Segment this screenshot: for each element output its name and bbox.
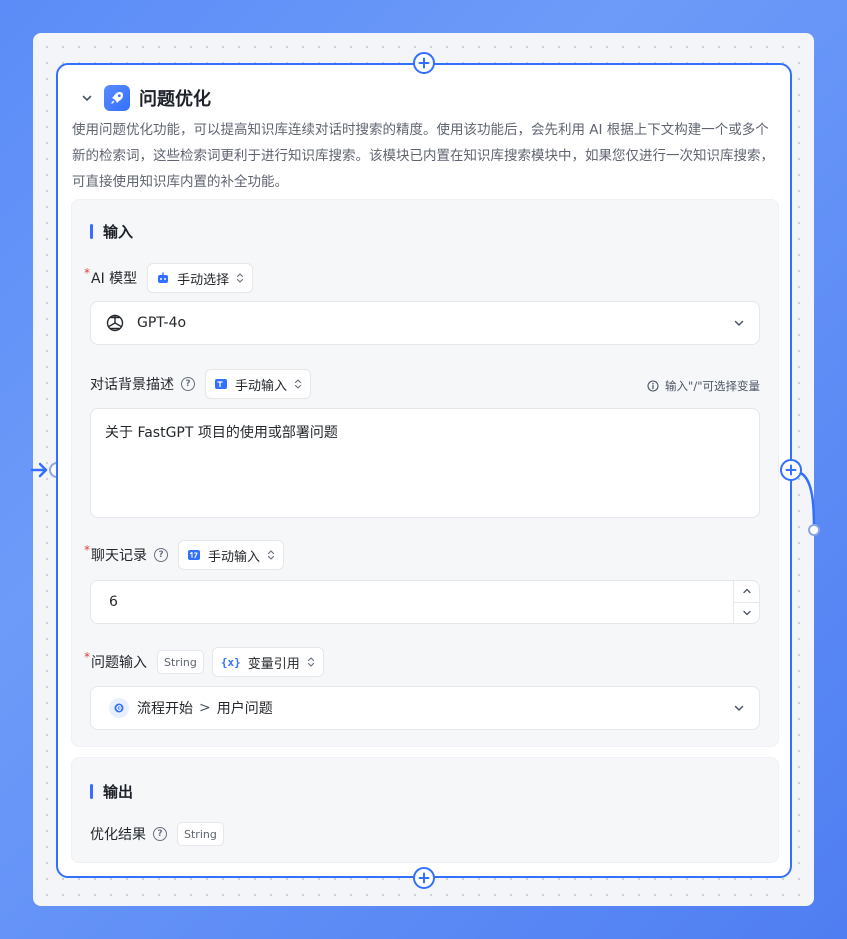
right-handle-plus[interactable] xyxy=(780,459,802,481)
rocket-icon xyxy=(104,85,130,111)
sort-arrows-icon xyxy=(236,272,244,284)
type-tag: String xyxy=(177,822,224,846)
sort-arrows-icon xyxy=(307,656,315,668)
input-section: 输入 * AI 模型 手动选择 GPT-4o 对话背景描述 ? 手动输入 输入"… xyxy=(71,199,779,747)
result-row: 优化结果 ? String xyxy=(90,822,224,846)
section-accent-bar xyxy=(90,784,93,799)
result-label: 优化结果 xyxy=(90,827,146,843)
ref-separator: > xyxy=(199,700,211,716)
number-input-icon xyxy=(187,548,201,562)
top-handle-plus[interactable] xyxy=(413,52,435,74)
node-description: 使用问题优化功能，可以提高知识库连续对话时搜索的精度。使用该功能后，会先利用 A… xyxy=(72,122,774,190)
flow-start-icon xyxy=(109,698,129,718)
background-textarea[interactable]: 关于 FastGPT 项目的使用或部署问题 xyxy=(90,408,760,518)
background-mode-label: 手动输入 xyxy=(235,378,288,394)
variable-icon: {x} xyxy=(220,655,241,669)
sort-arrows-icon xyxy=(294,378,302,390)
node-header: 问题优化 xyxy=(78,85,211,111)
incoming-edge-arrow xyxy=(30,462,48,478)
question-reference-select[interactable]: 流程开始 > 用户问题 xyxy=(90,686,760,730)
required-mark: * xyxy=(84,543,90,557)
help-circle-icon[interactable]: ? xyxy=(181,377,195,391)
question-mode-select[interactable]: {x} 变量引用 xyxy=(211,647,324,677)
variable-hint-text: 输入"/"可选择变量 xyxy=(665,379,760,393)
decrement-button[interactable] xyxy=(734,601,759,624)
required-mark: * xyxy=(84,650,90,664)
background-row: 对话背景描述 ? 手动输入 xyxy=(90,369,312,399)
help-circle-icon[interactable]: ? xyxy=(154,548,168,562)
history-row: * 聊天记录 ? 手动输入 xyxy=(84,540,285,570)
chevron-down-icon xyxy=(733,317,745,329)
plus-icon xyxy=(418,872,430,884)
ai-model-value: GPT-4o xyxy=(137,315,187,331)
type-tag: String xyxy=(157,650,204,674)
ai-model-row: * AI 模型 手动选择 xyxy=(84,263,254,293)
history-mode-label: 手动输入 xyxy=(208,549,261,565)
ai-model-label: AI 模型 xyxy=(91,271,138,287)
output-section-title: 输出 xyxy=(90,781,133,802)
required-mark: * xyxy=(84,266,90,280)
chevron-down-icon[interactable] xyxy=(78,89,96,107)
output-section-label: 输出 xyxy=(103,783,134,801)
history-mode-select[interactable]: 手动输入 xyxy=(178,540,285,570)
output-section: 输出 优化结果 ? String xyxy=(71,757,779,863)
ai-model-mode-label: 手动选择 xyxy=(177,272,230,288)
ai-model-mode-select[interactable]: 手动选择 xyxy=(147,263,254,293)
input-section-title: 输入 xyxy=(90,221,133,242)
plus-icon xyxy=(785,464,797,476)
ref-field: 用户问题 xyxy=(216,701,273,717)
section-accent-bar xyxy=(90,224,93,239)
question-optimize-node[interactable]: 问题优化 使用问题优化功能，可以提高知识库连续对话时搜索的精度。使用该功能后，会… xyxy=(56,63,792,878)
history-label: 聊天记录 xyxy=(91,548,147,564)
question-label: 问题输入 xyxy=(91,655,147,671)
question-mode-label: 变量引用 xyxy=(247,656,300,672)
chevron-down-icon xyxy=(733,702,745,714)
variable-hint: 输入"/"可选择变量 xyxy=(647,378,760,394)
help-circle-icon[interactable]: ? xyxy=(153,827,167,841)
text-input-icon xyxy=(214,377,228,391)
info-icon xyxy=(647,380,659,392)
bottom-handle-plus[interactable] xyxy=(413,867,435,889)
history-value: 6 xyxy=(109,594,118,610)
ref-source: 流程开始 xyxy=(137,701,193,717)
input-section-label: 输入 xyxy=(103,223,134,241)
sort-arrows-icon xyxy=(267,549,275,561)
robot-icon xyxy=(156,271,170,285)
background-label: 对话背景描述 xyxy=(90,377,174,393)
background-value: 关于 FastGPT 项目的使用或部署问题 xyxy=(105,425,338,441)
number-stepper xyxy=(733,581,759,623)
openai-icon xyxy=(105,313,125,333)
ai-model-select[interactable]: GPT-4o xyxy=(90,301,760,345)
background-mode-select[interactable]: 手动输入 xyxy=(205,369,312,399)
plus-icon xyxy=(418,57,430,69)
history-number-input[interactable]: 6 xyxy=(90,580,760,624)
increment-button[interactable] xyxy=(734,581,759,602)
node-title: 问题优化 xyxy=(139,89,211,110)
outgoing-edge xyxy=(797,470,820,536)
question-row: * 问题输入 String {x} 变量引用 xyxy=(84,647,324,677)
